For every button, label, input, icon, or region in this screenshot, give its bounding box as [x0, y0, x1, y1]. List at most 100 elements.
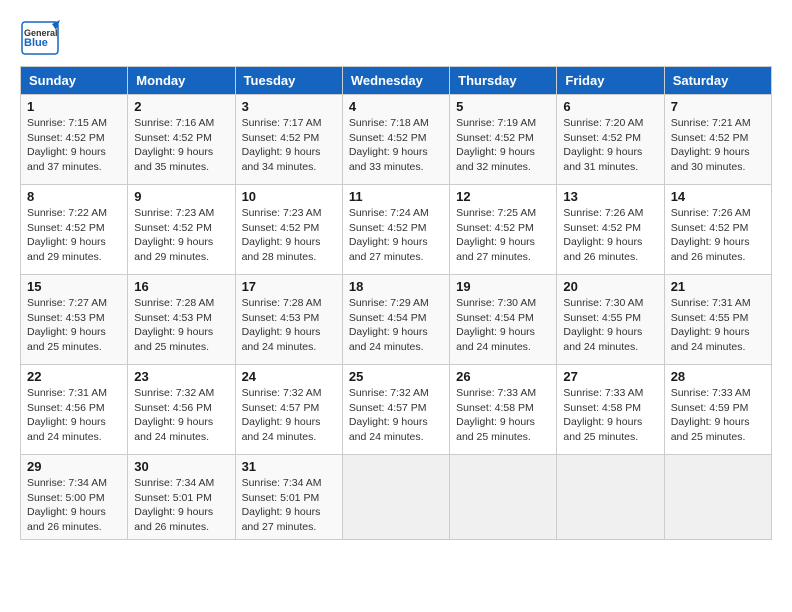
calendar-cell: 23Sunrise: 7:32 AMSunset: 4:56 PMDayligh…: [128, 365, 235, 455]
day-info: Sunrise: 7:24 AMSunset: 4:52 PMDaylight:…: [349, 206, 443, 265]
col-header-friday: Friday: [557, 67, 664, 95]
day-info: Sunrise: 7:20 AMSunset: 4:52 PMDaylight:…: [563, 116, 657, 175]
calendar-cell: 9Sunrise: 7:23 AMSunset: 4:52 PMDaylight…: [128, 185, 235, 275]
day-info: Sunrise: 7:28 AMSunset: 4:53 PMDaylight:…: [134, 296, 228, 355]
day-info: Sunrise: 7:33 AMSunset: 4:58 PMDaylight:…: [563, 386, 657, 445]
day-info: Sunrise: 7:22 AMSunset: 4:52 PMDaylight:…: [27, 206, 121, 265]
calendar-cell: 29 Sunrise: 7:34 AMSunset: 5:00 PMDayligh…: [21, 455, 128, 540]
calendar-table: SundayMondayTuesdayWednesdayThursdayFrid…: [20, 66, 772, 540]
day-info: Sunrise: 7:23 AMSunset: 4:52 PMDaylight:…: [242, 206, 336, 265]
col-header-wednesday: Wednesday: [342, 67, 449, 95]
day-number: 18: [349, 279, 443, 294]
calendar-cell: 18Sunrise: 7:29 AMSunset: 4:54 PMDayligh…: [342, 275, 449, 365]
calendar-cell: 6 Sunrise: 7:20 AMSunset: 4:52 PMDaylight…: [557, 95, 664, 185]
day-info: Sunrise: 7:27 AMSunset: 4:53 PMDaylight:…: [27, 296, 121, 355]
calendar-cell: 8 Sunrise: 7:22 AMSunset: 4:52 PMDaylight…: [21, 185, 128, 275]
day-info: Sunrise: 7:34 AMSunset: 5:01 PMDaylight:…: [134, 476, 228, 535]
calendar-cell: 1Sunrise: 7:15 AMSunset: 4:52 PMDaylight…: [21, 95, 128, 185]
day-number: 25: [349, 369, 443, 384]
day-info: Sunrise: 7:33 AMSunset: 4:59 PMDaylight:…: [671, 386, 765, 445]
calendar-week-row: 1Sunrise: 7:15 AMSunset: 4:52 PMDaylight…: [21, 95, 772, 185]
calendar-cell: 14Sunrise: 7:26 AMSunset: 4:52 PMDayligh…: [664, 185, 771, 275]
calendar-cell: 21 Sunrise: 7:31 AMSunset: 4:55 PMDayligh…: [664, 275, 771, 365]
day-number: 26: [456, 369, 550, 384]
col-header-monday: Monday: [128, 67, 235, 95]
day-info: Sunrise: 7:33 AMSunset: 4:58 PMDaylight:…: [456, 386, 550, 445]
calendar-week-row: 8 Sunrise: 7:22 AMSunset: 4:52 PMDaylight…: [21, 185, 772, 275]
calendar-cell: 25 Sunrise: 7:32 AMSunset: 4:57 PMDayligh…: [342, 365, 449, 455]
day-info: Sunrise: 7:25 AMSunset: 4:52 PMDaylight:…: [456, 206, 550, 265]
col-header-thursday: Thursday: [450, 67, 557, 95]
day-info: Sunrise: 7:16 AMSunset: 4:52 PMDaylight:…: [134, 116, 228, 175]
calendar-cell: 7 Sunrise: 7:21 AMSunset: 4:52 PMDaylight…: [664, 95, 771, 185]
svg-text:Blue: Blue: [24, 37, 48, 49]
day-number: 7: [671, 99, 765, 114]
day-number: 5: [456, 99, 550, 114]
day-number: 24: [242, 369, 336, 384]
day-info: Sunrise: 7:31 AMSunset: 4:56 PMDaylight:…: [27, 386, 121, 445]
day-number: 8: [27, 189, 121, 204]
day-number: 27: [563, 369, 657, 384]
day-info: Sunrise: 7:30 AMSunset: 4:54 PMDaylight:…: [456, 296, 550, 355]
calendar-cell: [450, 455, 557, 540]
calendar-week-row: 15 Sunrise: 7:27 AMSunset: 4:53 PMDayligh…: [21, 275, 772, 365]
day-info: Sunrise: 7:31 AMSunset: 4:55 PMDaylight:…: [671, 296, 765, 355]
day-info: Sunrise: 7:21 AMSunset: 4:52 PMDaylight:…: [671, 116, 765, 175]
day-number: 15: [27, 279, 121, 294]
calendar-cell: 19 Sunrise: 7:30 AMSunset: 4:54 PMDayligh…: [450, 275, 557, 365]
calendar-cell: 11Sunrise: 7:24 AMSunset: 4:52 PMDayligh…: [342, 185, 449, 275]
day-number: 20: [563, 279, 657, 294]
day-number: 6: [563, 99, 657, 114]
day-number: 28: [671, 369, 765, 384]
day-number: 29: [27, 459, 121, 474]
day-info: Sunrise: 7:19 AMSunset: 4:52 PMDaylight:…: [456, 116, 550, 175]
calendar-cell: 28 Sunrise: 7:33 AMSunset: 4:59 PMDayligh…: [664, 365, 771, 455]
day-number: 23: [134, 369, 228, 384]
day-info: Sunrise: 7:32 AMSunset: 4:57 PMDaylight:…: [349, 386, 443, 445]
col-header-tuesday: Tuesday: [235, 67, 342, 95]
calendar-header-row: SundayMondayTuesdayWednesdayThursdayFrid…: [21, 67, 772, 95]
calendar-cell: 20 Sunrise: 7:30 AMSunset: 4:55 PMDayligh…: [557, 275, 664, 365]
day-info: Sunrise: 7:34 AMSunset: 5:00 PMDaylight:…: [27, 476, 121, 535]
calendar-cell: 3Sunrise: 7:17 AMSunset: 4:52 PMDaylight…: [235, 95, 342, 185]
col-header-saturday: Saturday: [664, 67, 771, 95]
calendar-cell: 31 Sunrise: 7:34 AMSunset: 5:01 PMDayligh…: [235, 455, 342, 540]
day-number: 13: [563, 189, 657, 204]
calendar-cell: 2 Sunrise: 7:16 AMSunset: 4:52 PMDaylight…: [128, 95, 235, 185]
calendar-cell: 10Sunrise: 7:23 AMSunset: 4:52 PMDayligh…: [235, 185, 342, 275]
calendar-week-row: 22 Sunrise: 7:31 AMSunset: 4:56 PMDayligh…: [21, 365, 772, 455]
day-info: Sunrise: 7:30 AMSunset: 4:55 PMDaylight:…: [563, 296, 657, 355]
day-number: 31: [242, 459, 336, 474]
day-number: 12: [456, 189, 550, 204]
day-number: 30: [134, 459, 228, 474]
calendar-cell: 26 Sunrise: 7:33 AMSunset: 4:58 PMDayligh…: [450, 365, 557, 455]
calendar-cell: 17 Sunrise: 7:28 AMSunset: 4:53 PMDayligh…: [235, 275, 342, 365]
calendar-week-row: 29 Sunrise: 7:34 AMSunset: 5:00 PMDayligh…: [21, 455, 772, 540]
calendar-cell: 13Sunrise: 7:26 AMSunset: 4:52 PMDayligh…: [557, 185, 664, 275]
day-number: 21: [671, 279, 765, 294]
day-info: Sunrise: 7:28 AMSunset: 4:53 PMDaylight:…: [242, 296, 336, 355]
calendar-cell: [664, 455, 771, 540]
day-info: Sunrise: 7:26 AMSunset: 4:52 PMDaylight:…: [671, 206, 765, 265]
calendar-cell: 16Sunrise: 7:28 AMSunset: 4:53 PMDayligh…: [128, 275, 235, 365]
day-number: 22: [27, 369, 121, 384]
day-info: Sunrise: 7:34 AMSunset: 5:01 PMDaylight:…: [242, 476, 336, 535]
col-header-sunday: Sunday: [21, 67, 128, 95]
calendar-cell: 22 Sunrise: 7:31 AMSunset: 4:56 PMDayligh…: [21, 365, 128, 455]
day-number: 4: [349, 99, 443, 114]
day-number: 1: [27, 99, 121, 114]
logo: General Blue: [20, 20, 60, 56]
logo-icon: General Blue: [20, 20, 60, 56]
calendar-cell: 27 Sunrise: 7:33 AMSunset: 4:58 PMDayligh…: [557, 365, 664, 455]
calendar-cell: [342, 455, 449, 540]
calendar-cell: [557, 455, 664, 540]
calendar-cell: 24Sunrise: 7:32 AMSunset: 4:57 PMDayligh…: [235, 365, 342, 455]
day-number: 17: [242, 279, 336, 294]
day-number: 3: [242, 99, 336, 114]
day-number: 19: [456, 279, 550, 294]
calendar-cell: 5 Sunrise: 7:19 AMSunset: 4:52 PMDaylight…: [450, 95, 557, 185]
day-info: Sunrise: 7:18 AMSunset: 4:52 PMDaylight:…: [349, 116, 443, 175]
calendar-cell: 30 Sunrise: 7:34 AMSunset: 5:01 PMDayligh…: [128, 455, 235, 540]
day-number: 2: [134, 99, 228, 114]
day-number: 9: [134, 189, 228, 204]
